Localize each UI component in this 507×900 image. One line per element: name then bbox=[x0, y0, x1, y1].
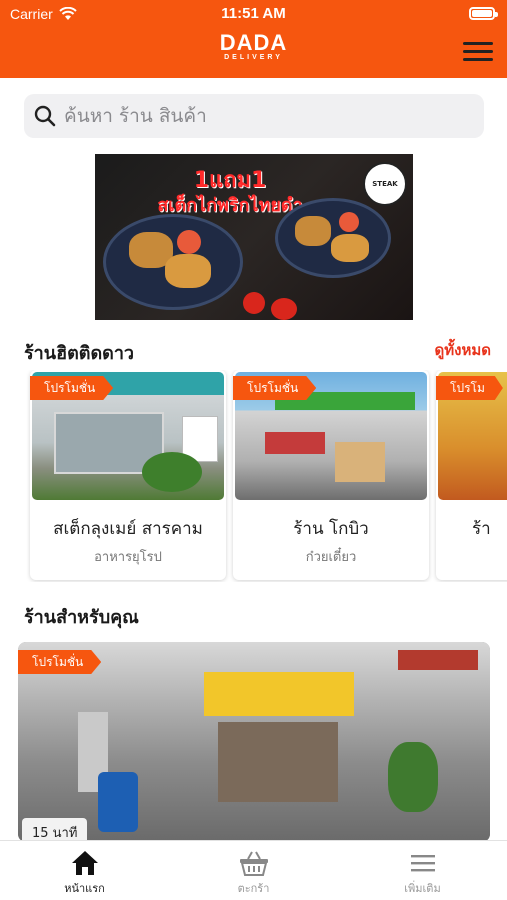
recommended-store-card[interactable]: โปรโมชั่น bbox=[18, 642, 490, 842]
promo-badge: โปรโมชั่น bbox=[30, 376, 114, 400]
status-time: 11:51 AM bbox=[221, 5, 286, 22]
menu-lines-icon bbox=[410, 855, 435, 872]
tomato bbox=[271, 298, 297, 320]
tab-more[interactable]: เพิ่มเติม bbox=[338, 841, 507, 900]
promo-badge: โปรโมชั่น bbox=[233, 376, 317, 400]
app-header: Carrier 11:51 AM DADA DELIVERY bbox=[0, 0, 507, 78]
see-all-link[interactable]: ดูทั้งหมด bbox=[435, 338, 491, 362]
tab-label: หน้าแรก bbox=[64, 882, 105, 895]
promo-banner[interactable]: 1แถม1 สเต็กไก่พริกไทยดำ STEAK bbox=[95, 154, 413, 320]
battery-icon bbox=[469, 7, 498, 20]
hot-stores-row[interactable]: โปรโมชั่น สเต็กลุงเมย์ สารคาม อาหารยุโรป… bbox=[0, 370, 507, 582]
app-logo: DADA DELIVERY bbox=[0, 30, 507, 62]
hamburger-icon[interactable] bbox=[463, 42, 493, 62]
search-icon bbox=[34, 105, 56, 127]
steak-logo: STEAK bbox=[363, 162, 407, 206]
tab-cart[interactable]: ตะกร้า bbox=[169, 841, 338, 900]
food-item bbox=[339, 212, 359, 232]
logo-main: DADA bbox=[219, 30, 288, 55]
store-name: ร้าน โกบิว bbox=[293, 519, 369, 539]
store-name: สเต็กลุงเมย์ สารคาม bbox=[53, 519, 203, 539]
search-input[interactable] bbox=[64, 105, 444, 127]
store-card[interactable]: โปรโมชั่น ร้าน โกบิว ก๋วยเตี๋ยว bbox=[233, 370, 429, 580]
store-card[interactable]: โปรโม ร้า bbox=[436, 370, 507, 580]
tab-home[interactable]: หน้าแรก bbox=[0, 841, 169, 900]
store-name: ร้า bbox=[472, 519, 491, 539]
status-bar: Carrier 11:51 AM bbox=[0, 0, 507, 28]
food-item bbox=[177, 230, 201, 254]
logo-sub: DELIVERY bbox=[224, 54, 283, 61]
promo-badge: โปรโมชั่น bbox=[18, 650, 102, 674]
basket-icon bbox=[239, 851, 268, 876]
promo-badge: โปรโม bbox=[436, 376, 503, 400]
section-title-for-you: ร้านสำหรับคุณ bbox=[24, 607, 139, 628]
food-item bbox=[331, 234, 369, 262]
food-item bbox=[295, 216, 331, 246]
store-card[interactable]: โปรโมชั่น สเต็กลุงเมย์ สารคาม อาหารยุโรป bbox=[30, 370, 226, 580]
tomato bbox=[243, 292, 265, 314]
tab-label: ตะกร้า bbox=[237, 882, 270, 895]
tab-label: เพิ่มเติม bbox=[404, 882, 441, 895]
bottom-tab-bar: หน้าแรก ตะกร้า เพิ่มเติม bbox=[0, 840, 507, 900]
section-title-hot: ร้านฮิตติดดาว bbox=[24, 343, 135, 364]
food-item bbox=[165, 254, 211, 288]
store-category: อาหารยุโรป bbox=[94, 550, 162, 565]
home-icon bbox=[71, 851, 98, 875]
store-category: ก๋วยเตี๋ยว bbox=[305, 550, 357, 565]
search-bar[interactable] bbox=[24, 94, 484, 138]
